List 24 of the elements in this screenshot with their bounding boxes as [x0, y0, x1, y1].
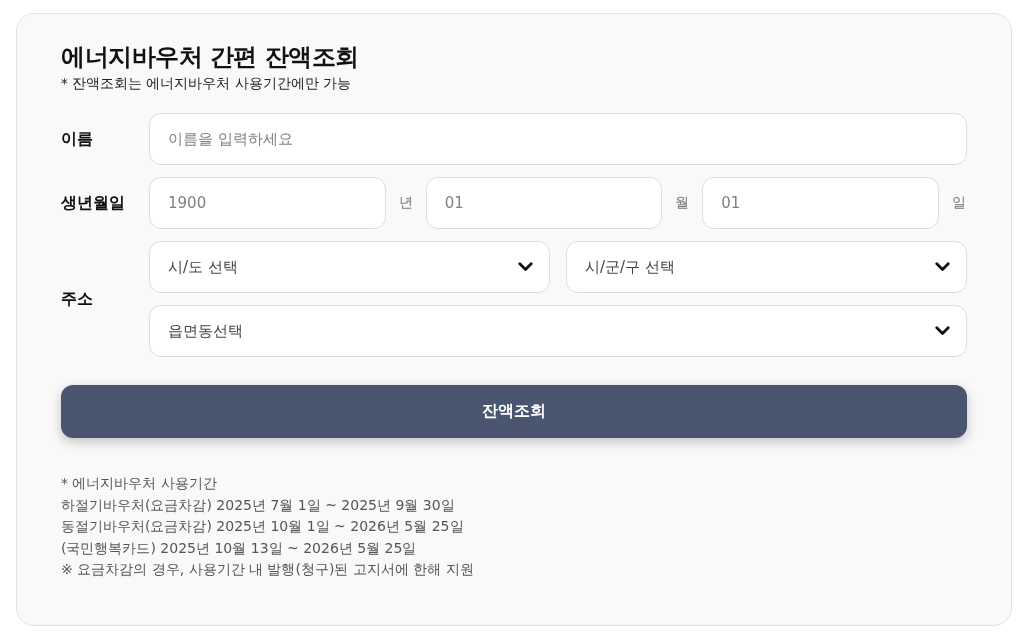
- usage-period-note: ※ 요금차감의 경우, 사용기간 내 발행(청구)된 고지서에 한해 지원: [61, 560, 474, 579]
- name-label: 이름: [61, 128, 93, 150]
- address-select[interactable]: 읍면동선택: [149, 305, 967, 357]
- usage-period-note: * 에너지바우처 사용기간: [61, 474, 217, 493]
- birth-input[interactable]: 1900: [149, 177, 386, 229]
- subtitle-note: * 잔액조회는 에너지바우처 사용기간에만 가능: [61, 74, 351, 92]
- address-label: 주소: [61, 288, 93, 310]
- chevron-down-icon: [935, 262, 950, 272]
- unit-label: 일: [951, 194, 967, 212]
- page-title: 에너지바우처 간편 잔액조회: [61, 42, 359, 73]
- birth-input[interactable]: 01: [702, 177, 939, 229]
- usage-period-note: 동절기바우처(요금차감) 2025년 10월 1일 ~ 2026년 5월 25일: [61, 517, 464, 536]
- birth-label: 생년월일: [61, 192, 125, 214]
- unit-label: 월: [674, 194, 691, 212]
- address-select[interactable]: 시/도 선택: [149, 241, 550, 293]
- address-select[interactable]: 시/군/구 선택: [566, 241, 967, 293]
- chevron-down-icon: [518, 262, 533, 272]
- usage-period-note: (국민행복카드) 2025년 10월 13일 ~ 2026년 5월 25일: [61, 538, 417, 558]
- balance-check-button[interactable]: 잔액조회: [61, 385, 967, 438]
- birth-input[interactable]: 01: [425, 177, 663, 229]
- name-input[interactable]: 이름을 입력하세요: [149, 113, 967, 165]
- usage-period-note: 하절기바우처(요금차감) 2025년 7월 1일 ~ 2025년 9월 30일: [61, 495, 455, 515]
- unit-label: 년: [397, 194, 414, 212]
- chevron-down-icon: [935, 326, 950, 336]
